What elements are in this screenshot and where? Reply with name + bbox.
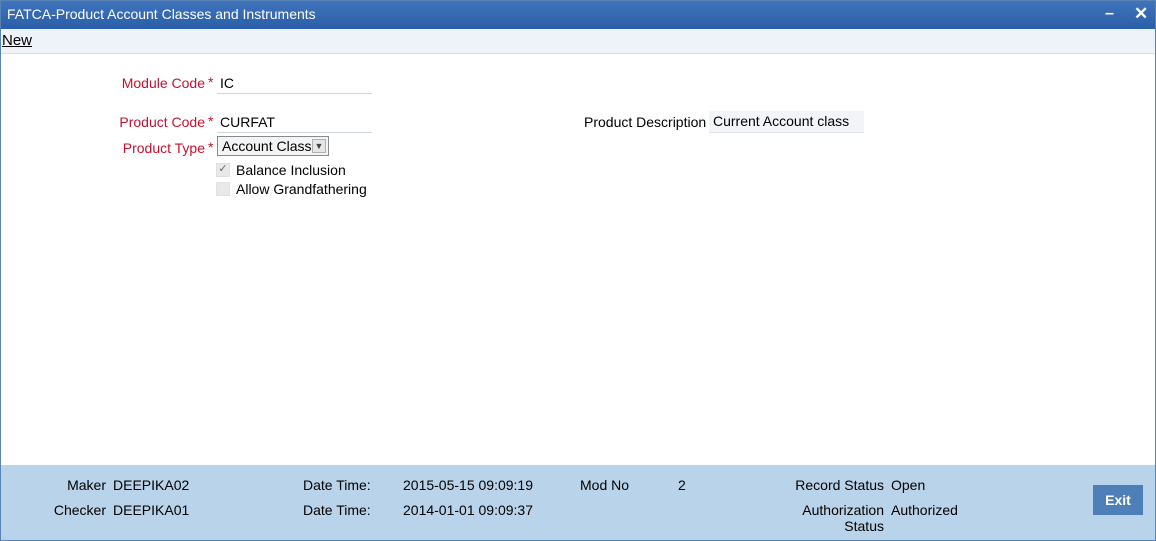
authorization-status-label-line1: Authorization	[802, 502, 884, 518]
checker-value: DEEPIKA01	[113, 502, 190, 518]
product-code-field[interactable]: CURFAT	[220, 114, 275, 130]
allow-grandfathering-label: Allow Grandfathering	[236, 181, 367, 197]
product-type-value: Account Class	[222, 138, 312, 154]
product-description-field[interactable]: Current Account class	[709, 111, 864, 133]
audit-footer: Maker DEEPIKA02 Checker DEEPIKA01 Date T…	[1, 465, 1155, 540]
chevron-down-icon[interactable]: ▼	[312, 139, 326, 153]
maker-label: Maker	[67, 477, 106, 493]
checker-date-time-value: 2014-01-01 09:09:37	[403, 502, 533, 518]
record-status-value: Open	[891, 477, 926, 493]
maker-date-time-label: Date Time:	[303, 477, 371, 493]
balance-inclusion-checkbox[interactable]: ✓	[216, 163, 230, 177]
mod-no-label: Mod No	[580, 477, 630, 493]
record-status-label: Record Status	[795, 477, 884, 493]
allow-grandfathering-checkbox[interactable]	[216, 182, 230, 196]
menu-bar: New	[1, 29, 1155, 54]
product-code-underline	[217, 132, 372, 133]
mod-no-value: 2	[678, 477, 686, 493]
required-marker: *	[208, 139, 214, 155]
product-code-label: Product Code	[119, 114, 205, 130]
window-title: FATCA-Product Account Classes and Instru…	[7, 6, 316, 22]
checker-date-time-label: Date Time:	[303, 502, 371, 518]
module-code-field[interactable]: IC	[220, 75, 234, 91]
required-marker: *	[208, 74, 214, 90]
exit-button[interactable]: Exit	[1093, 485, 1143, 515]
window: FATCA-Product Account Classes and Instru…	[0, 0, 1156, 541]
authorization-status-value: Authorized	[891, 502, 958, 518]
product-description-label: Product Description	[584, 114, 707, 130]
maker-date-time-value: 2015-05-15 09:09:19	[403, 477, 533, 493]
close-icon[interactable]: ✕	[1134, 5, 1148, 23]
maker-value: DEEPIKA02	[113, 477, 190, 493]
checker-label: Checker	[53, 502, 106, 518]
product-type-select[interactable]: Account Class ▼	[217, 136, 329, 156]
minimize-icon[interactable]: –	[1105, 5, 1114, 23]
product-type-label: Product Type	[122, 140, 205, 156]
balance-inclusion-label: Balance Inclusion	[236, 162, 346, 178]
product-description-value: Current Account class	[713, 113, 850, 129]
new-link[interactable]: New	[2, 32, 32, 49]
authorization-status-label-line2: Status	[844, 518, 884, 534]
title-bar: FATCA-Product Account Classes and Instru…	[1, 1, 1155, 29]
module-code-underline	[217, 93, 372, 94]
module-code-label: Module Code	[121, 75, 205, 91]
required-marker: *	[208, 113, 214, 129]
